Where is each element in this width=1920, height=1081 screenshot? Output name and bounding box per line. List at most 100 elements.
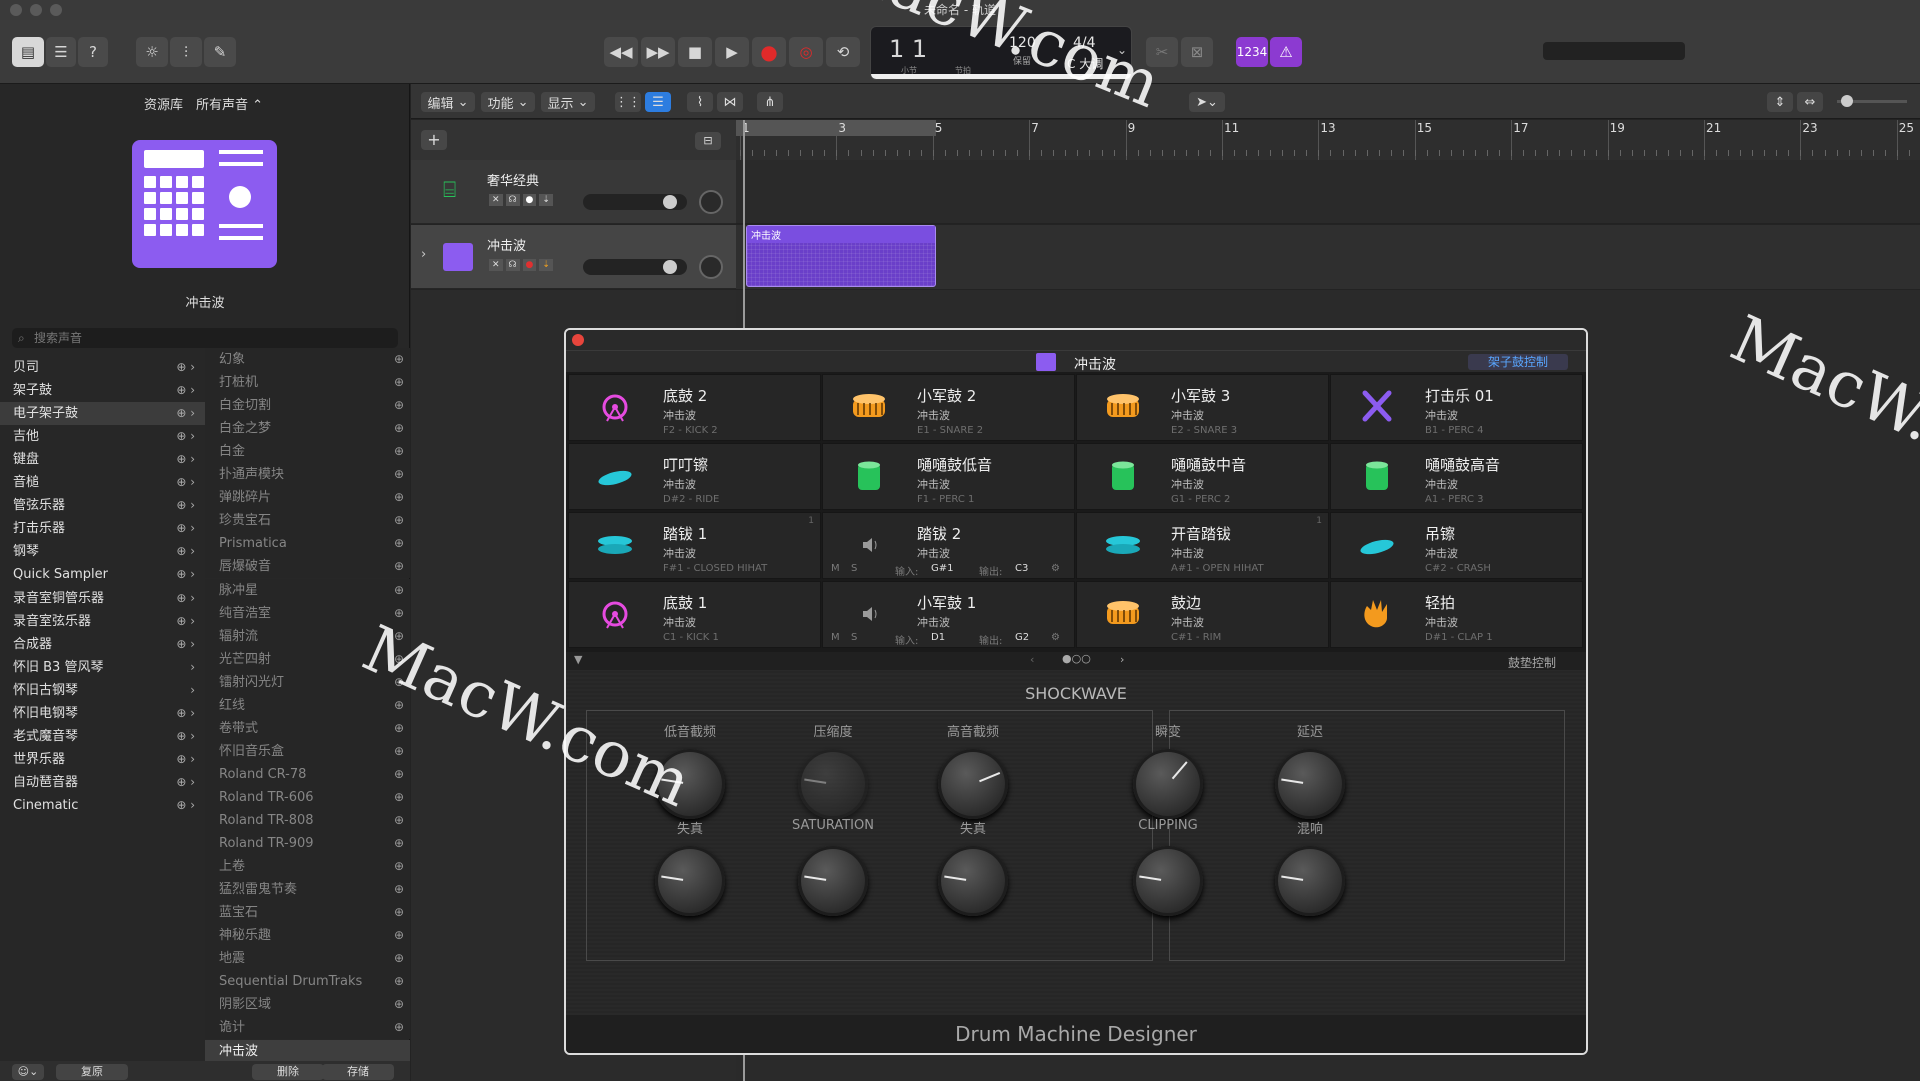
download-icon[interactable]: ⊕ (394, 947, 404, 970)
sound-item[interactable]: 镭射闪光灯 ⊕ (205, 670, 410, 694)
sound-item[interactable]: Roland CR-78 ⊕ (205, 762, 410, 786)
download-icon[interactable]: ⊕ (394, 602, 404, 625)
download-icon[interactable]: ⊕ (394, 463, 404, 486)
count-in-button[interactable]: 1234 (1236, 37, 1268, 67)
sound-item[interactable]: 冲击波 (205, 1039, 410, 1063)
ruler[interactable]: 1 3 5 7 9 11 13 15 17 19 21 23 25 (736, 120, 1920, 160)
sound-item[interactable]: Roland TR-909 ⊕ (205, 832, 410, 856)
sound-item[interactable]: 辐射流 ⊕ (205, 624, 410, 648)
category-item[interactable]: 老式魔音琴 ⊕ › (0, 725, 205, 748)
knob-control[interactable]: 失真 (923, 818, 1023, 916)
knob[interactable] (655, 749, 725, 819)
download-icon[interactable]: ⊕ (394, 694, 404, 717)
mixer-icon[interactable]: ⫶ (170, 37, 202, 67)
solo-headphones-icon[interactable]: ☊ (505, 259, 520, 271)
drum-pad[interactable]: 叮叮镲 冲击波 D#2 - RIDE (568, 443, 821, 510)
knob[interactable] (1275, 846, 1345, 916)
global-tracks-icon[interactable]: ⊟ (695, 132, 721, 150)
sound-item[interactable]: 上卷 ⊕ (205, 855, 410, 879)
category-item[interactable]: 录音室弦乐器 ⊕ › (0, 610, 205, 633)
download-icon[interactable]: ⊕ (394, 648, 404, 671)
gear-icon[interactable]: ⚙ (1051, 563, 1060, 574)
download-icon[interactable]: ⊕ (394, 579, 404, 602)
grid-view-icon[interactable]: ⋮⋮ (615, 92, 641, 112)
library-filter[interactable]: 所有声音 ⌃ (196, 94, 263, 113)
drum-pad[interactable]: 底鼓 1 冲击波 C1 - KICK 1 (568, 581, 821, 648)
delete-button[interactable]: 删除 (252, 1064, 324, 1080)
download-icon[interactable]: ⊕ (394, 717, 404, 740)
category-item[interactable]: 架子鼓 ⊕ › (0, 379, 205, 402)
knob-control[interactable]: SATURATION (783, 818, 883, 916)
expand-chevron-icon[interactable]: › (421, 247, 426, 262)
action-menu-icon[interactable]: ☺⌄ (12, 1064, 44, 1080)
pad-control-tab[interactable]: 鼓垫控制 (1508, 654, 1556, 671)
drum-pad[interactable]: 鼓边 冲击波 C#1 - RIM (1076, 581, 1329, 648)
download-icon[interactable]: ⊕ (394, 394, 404, 417)
sound-item[interactable]: Roland TR-808 ⊕ (205, 809, 410, 832)
mute-icon[interactable]: ✕ (489, 259, 503, 271)
input-monitor-icon[interactable]: ⇣ (539, 194, 553, 206)
sound-item[interactable]: 神秘乐趣 ⊕ (205, 924, 410, 948)
mute-pad-button[interactable]: M (831, 563, 840, 574)
category-item[interactable]: 自动琶音器 ⊕ › (0, 771, 205, 794)
rewind-icon[interactable]: ◀◀ (604, 37, 638, 67)
zoom-slider[interactable] (1837, 95, 1907, 107)
knob-control[interactable]: CLIPPING (1118, 818, 1218, 916)
solo-pad-button[interactable]: S (851, 563, 857, 574)
sound-item[interactable]: 唇爆破音 ⊕ (205, 555, 410, 579)
sound-item[interactable]: Prismatica ⊕ (205, 532, 410, 556)
download-icon[interactable]: ⊕ (394, 763, 404, 786)
sound-item[interactable]: Sequential DrumTraks ⊕ (205, 970, 410, 994)
track-lane-1[interactable] (736, 160, 1920, 224)
library-toggle-icon[interactable]: ▤ (12, 37, 44, 67)
download-icon[interactable]: ⊕ (394, 625, 404, 648)
master-volume-bar[interactable] (1543, 42, 1685, 60)
category-item[interactable]: 键盘 ⊕ › (0, 448, 205, 471)
download-icon[interactable]: ⊕ (394, 993, 404, 1016)
volume-slider[interactable] (583, 259, 687, 275)
solo-headphones-icon[interactable]: ☊ (505, 194, 520, 206)
sound-item[interactable]: 光芒四射 ⊕ (205, 647, 410, 671)
knob-control[interactable]: 混响 (1260, 818, 1360, 916)
sound-item[interactable]: 纯音浩室 ⊕ (205, 601, 410, 625)
sound-item[interactable]: 白金切割 ⊕ (205, 394, 410, 418)
knob-control[interactable]: 高音截频 (923, 721, 1023, 819)
sound-item[interactable]: 红线 ⊕ (205, 693, 410, 717)
search-input[interactable]: ⌕ 搜索声音 (12, 328, 398, 348)
tuner-icon[interactable]: ✂ (1146, 37, 1178, 67)
category-item[interactable]: 世界乐器 ⊕ › (0, 748, 205, 771)
category-item[interactable]: 管弦乐器 ⊕ › (0, 494, 205, 517)
horizontal-zoom-icon[interactable]: ⇔ (1797, 92, 1823, 112)
output-note-select[interactable]: C3 (1015, 563, 1028, 574)
flex-icon[interactable]: ⋈ (717, 92, 743, 112)
category-item[interactable]: 怀旧 B3 管风琴 › (0, 656, 205, 679)
solo-icon[interactable]: ⊠ (1181, 37, 1213, 67)
close-plugin-button[interactable] (572, 334, 584, 346)
drum-pad[interactable]: 小军鼓 1 冲击波 M S 输入: D1 输出: G2 ⚙ (822, 581, 1075, 648)
track-name[interactable]: 奢华经典 (487, 170, 539, 189)
automation-icon[interactable]: ⌇ (687, 92, 713, 112)
track-header-2[interactable]: › 冲击波 ✕ ☊ ● ⇣ (411, 225, 736, 289)
drum-pad[interactable]: 踏钹 1 冲击波 F#1 - CLOSED HIHAT 1 (568, 512, 821, 579)
download-icon[interactable]: ⊕ (394, 970, 404, 993)
record-enable-icon[interactable]: ● (522, 194, 537, 206)
cycle-icon[interactable]: ⟲ (826, 37, 860, 67)
page-prev-icon[interactable]: ‹ (1030, 653, 1034, 666)
drum-pad[interactable]: 小军鼓 3 冲击波 E2 - SNARE 3 (1076, 374, 1329, 441)
sound-item[interactable]: 地震 ⊕ (205, 947, 410, 971)
drum-pad[interactable]: 开音踏钹 冲击波 A#1 - OPEN HIHAT 1 (1076, 512, 1329, 579)
gear-icon[interactable]: ⚙ (1051, 632, 1060, 643)
metronome-icon[interactable]: ⚠ (1270, 37, 1302, 67)
input-monitor-icon[interactable]: ⇣ (539, 259, 553, 271)
download-icon[interactable]: ⊕ (394, 555, 404, 578)
sound-item[interactable]: 打桩机 ⊕ (205, 371, 410, 395)
pan-knob[interactable] (699, 255, 723, 279)
list-view-icon[interactable]: ☰ (645, 92, 671, 112)
play-icon[interactable]: ▶ (715, 37, 749, 67)
stop-icon[interactable]: ■ (678, 37, 712, 67)
sound-item[interactable]: 蓝宝石 ⊕ (205, 901, 410, 925)
zoom-window-button[interactable] (50, 4, 62, 16)
category-item[interactable]: 怀旧电钢琴 ⊕ › (0, 702, 205, 725)
save-button[interactable]: 存储 (322, 1064, 394, 1080)
category-item[interactable]: 钢琴 ⊕ › (0, 540, 205, 563)
